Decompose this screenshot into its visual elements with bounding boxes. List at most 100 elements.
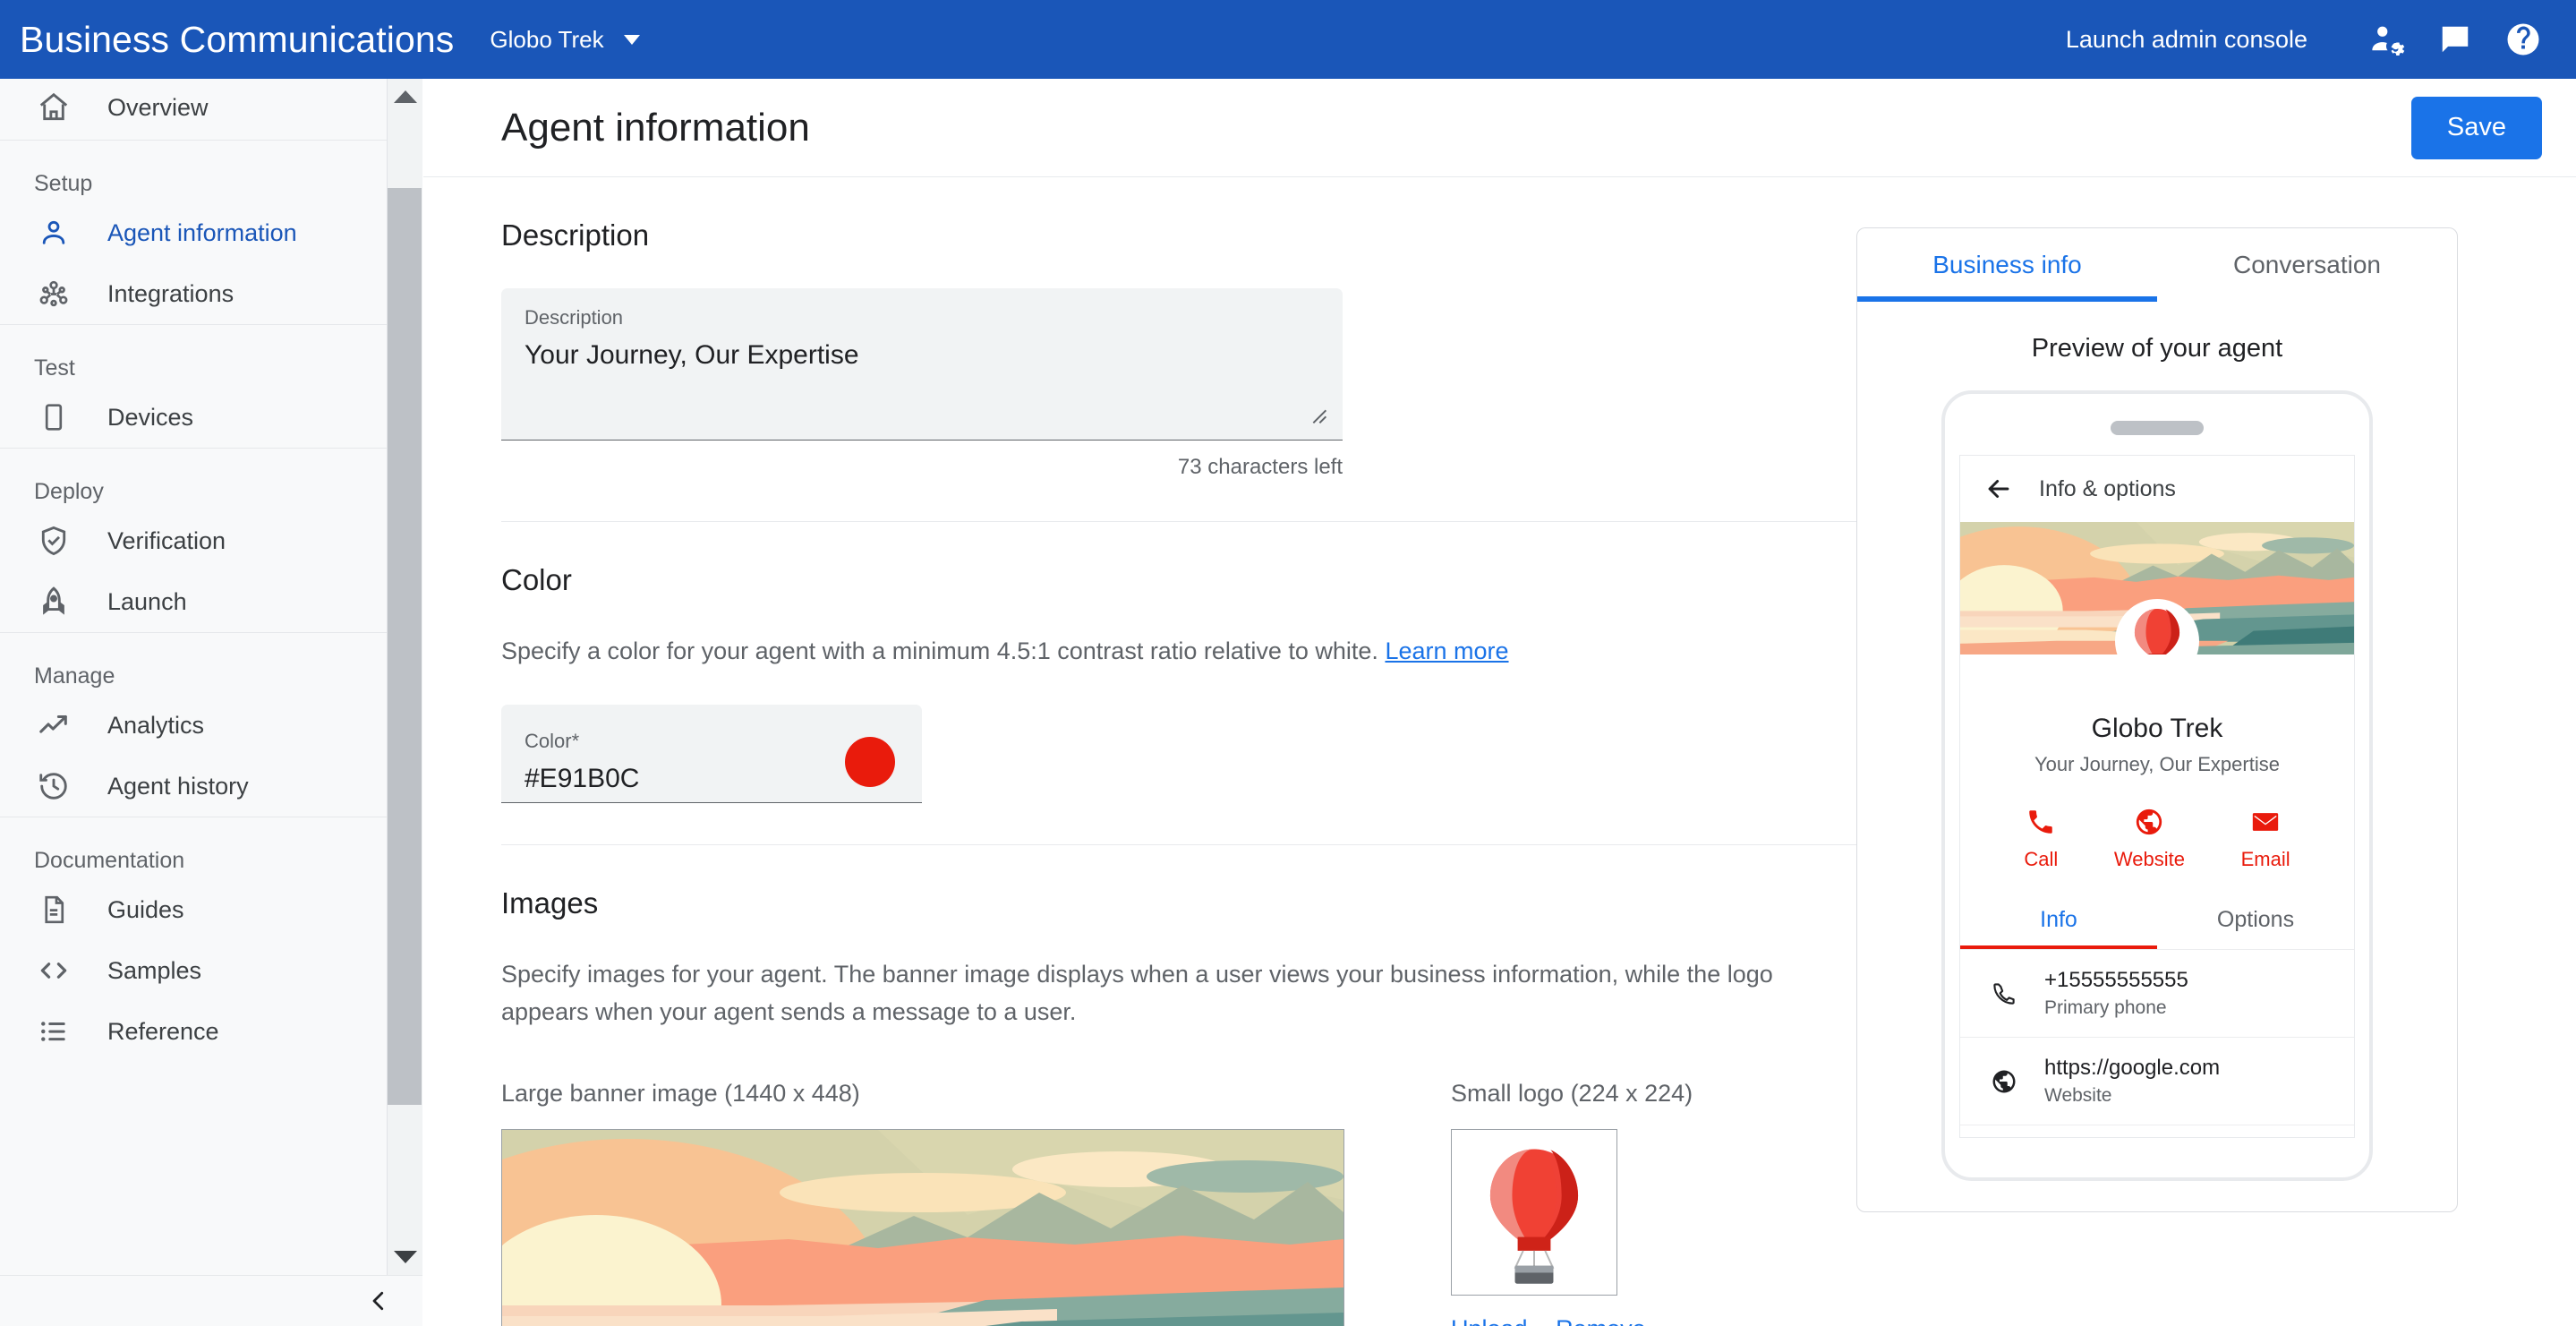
preview-title: Preview of your agent — [2031, 334, 2283, 363]
sidebar-group-overview: Overview — [0, 79, 387, 141]
preview-info-subtitle: Website — [2044, 1085, 2112, 1106]
phone-screen: Info & options Globo Trek Your Journey, … — [1959, 455, 2355, 1138]
preview-subtab-info[interactable]: Info — [1960, 907, 2157, 949]
preview-navbar: Info & options — [1960, 456, 2354, 522]
preview-info-row-text: https://google.com Website — [2044, 1056, 2220, 1107]
sidebar-collapse-button[interactable] — [0, 1275, 422, 1326]
images-help-text: Specify images for your agent. The banne… — [501, 960, 1773, 1025]
color-help-sentence: Specify a color for your agent with a mi… — [501, 637, 1378, 664]
top-app-bar: Business Communications Globo Trek Launc… — [0, 0, 2576, 79]
sidebar-item-label: Integrations — [107, 279, 235, 307]
launch-admin-console-link[interactable]: Launch admin console — [2066, 26, 2307, 54]
sidebar-item-analytics[interactable]: Analytics — [0, 695, 387, 756]
preview-info-row-website[interactable]: https://google.com Website — [1960, 1037, 2354, 1125]
save-button[interactable]: Save — [2410, 96, 2542, 159]
document-icon — [34, 890, 73, 929]
top-bar-actions: Launch admin console — [2066, 12, 2576, 67]
preview-column: Business info Conversation Preview of yo… — [1806, 177, 2486, 1326]
description-section: Description Description Your Journey, Ou… — [501, 177, 1884, 522]
phone-speaker — [2111, 421, 2204, 435]
account-name: Globo Trek — [490, 25, 604, 53]
sidebar-nav: Overview Setup Agent information Integra… — [0, 79, 387, 1326]
sidebar-item-label: Agent history — [107, 772, 249, 800]
description-input[interactable]: Description Your Journey, Our Expertise — [501, 288, 1343, 441]
preview-banner-image — [1960, 522, 2354, 654]
characters-left-text: 73 characters left — [1177, 455, 1343, 479]
sidebar-item-label: Agent information — [107, 218, 297, 246]
sidebar-group-deploy: Deploy Verification Launch — [0, 449, 387, 633]
sidebar-item-label: Guides — [107, 895, 184, 923]
color-input[interactable]: Color* #E91B0C — [501, 704, 922, 803]
page-title: Agent information — [501, 105, 810, 150]
sidebar-scrollbar-thumb[interactable] — [388, 188, 422, 1105]
sidebar-item-agent-history[interactable]: Agent history — [0, 756, 387, 817]
preview-info-value: https://google.com — [2044, 1056, 2221, 1080]
logo-image-label: Small logo (224 x 224) — [1451, 1079, 1693, 1107]
logo-remove-link[interactable]: Remove — [1556, 1315, 1646, 1326]
sidebar-group-test: Test Devices — [0, 325, 387, 449]
sidebar-group-setup: Setup Agent information Integrations — [0, 141, 387, 325]
sidebar-item-launch[interactable]: Launch — [0, 571, 387, 632]
sidebar-group-title: Manage — [34, 663, 115, 689]
shield-check-icon — [34, 521, 73, 560]
sidebar-item-devices[interactable]: Devices — [0, 387, 387, 448]
banner-image-label: Large banner image (1440 x 448) — [501, 1079, 860, 1107]
logo-image-actions: Upload Remove — [1451, 1315, 1693, 1326]
sidebar-item-guides[interactable]: Guides — [0, 879, 387, 940]
logo-image-block: Small logo (224 x 224) — [1451, 1080, 1693, 1326]
preview-action-email[interactable]: Email — [2241, 807, 2290, 871]
sidebar-item-overview[interactable]: Overview — [0, 79, 387, 140]
color-swatch[interactable] — [845, 737, 895, 788]
preview-actions: Call Website Email — [1960, 807, 2354, 871]
logo-image-preview — [1451, 1128, 1617, 1296]
logo-upload-link[interactable]: Upload — [1451, 1315, 1528, 1326]
feedback-icon[interactable] — [2427, 12, 2483, 67]
preview-card: Business info Conversation Preview of yo… — [1856, 227, 2458, 1212]
color-section: Color Specify a color for your agent wit… — [501, 522, 1884, 845]
manage-accounts-icon[interactable] — [2359, 12, 2415, 67]
description-value: Your Journey, Our Expertise — [525, 340, 859, 370]
home-icon — [34, 88, 73, 127]
arrow-back-icon[interactable] — [1983, 474, 2014, 504]
color-help-text: Specify a color for your agent with a mi… — [501, 633, 1790, 671]
preview-action-label: Website — [2113, 848, 2185, 870]
sidebar-item-reference[interactable]: Reference — [0, 1001, 387, 1062]
phone-mockup: Info & options Globo Trek Your Journey, … — [1941, 390, 2373, 1181]
preview-info-subtitle: Primary phone — [2044, 997, 2167, 1018]
preview-tabs: Business info Conversation — [1857, 228, 2457, 302]
sidebar-item-label: Reference — [107, 1017, 219, 1045]
tab-business-info[interactable]: Business info — [1857, 228, 2157, 302]
sidebar-item-samples[interactable]: Samples — [0, 940, 387, 1001]
resize-handle-icon[interactable] — [1305, 402, 1330, 427]
preview-info-row-phone[interactable]: +15555555555 Primary phone — [1960, 949, 2354, 1037]
tab-conversation[interactable]: Conversation — [2157, 228, 2457, 302]
sidebar-item-label: Devices — [107, 403, 194, 431]
scroll-up-arrow-icon[interactable] — [388, 79, 423, 115]
images-heading: Images — [501, 885, 599, 920]
learn-more-link[interactable]: Learn more — [1385, 637, 1508, 664]
preview-list-end-divider — [1960, 1125, 2354, 1137]
banner-image-block: Large banner image (1440 x 448) — [501, 1080, 1344, 1326]
help-icon[interactable] — [2495, 12, 2551, 67]
sidebar-item-integrations[interactable]: Integrations — [0, 263, 387, 324]
sidebar-item-verification[interactable]: Verification — [0, 510, 387, 571]
preview-action-label: Call — [2024, 848, 2059, 870]
account-switcher[interactable]: Globo Trek — [490, 25, 640, 54]
globe-icon — [2137, 808, 2162, 835]
preview-action-call[interactable]: Call — [2024, 807, 2058, 871]
banner-image-preview — [501, 1128, 1344, 1326]
page-header: Agent information Save — [423, 79, 2576, 177]
preview-subtab-options[interactable]: Options — [2157, 907, 2354, 949]
app-brand-title: Business Communications — [20, 18, 455, 60]
sidebar-group-title: Setup — [34, 171, 93, 196]
preview-action-website[interactable]: Website — [2114, 807, 2185, 871]
sidebar-item-label: Analytics — [107, 711, 205, 739]
sidebar-item-label: Verification — [107, 526, 226, 554]
sidebar-item-agent-information[interactable]: Agent information — [0, 202, 387, 263]
chevron-left-icon — [372, 1291, 384, 1311]
scroll-down-arrow-icon[interactable] — [388, 1239, 423, 1275]
rocket-icon — [34, 582, 73, 621]
main-content: Agent information Save Description Descr… — [423, 79, 2576, 1326]
description-heading: Description — [501, 218, 650, 252]
globe-outline-icon — [1983, 1068, 2025, 1095]
